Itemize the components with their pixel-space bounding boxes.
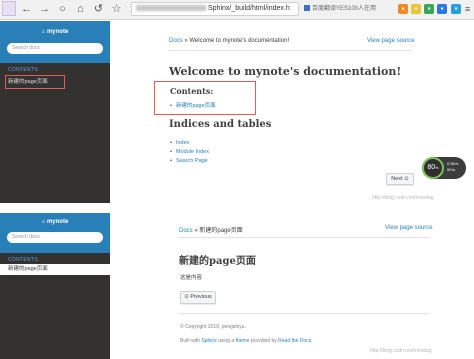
watermark: http://blog.csdn.net/moodag — [372, 195, 434, 201]
contents-caption: CONTENTS: — [8, 67, 40, 73]
rtd-link[interactable]: Read the Docs. — [278, 338, 312, 344]
built-with-provided: provided by — [250, 338, 277, 344]
contents-heading: Contents: — [170, 86, 214, 96]
divider — [178, 313, 430, 314]
page-title: 新建的page页面 — [179, 256, 256, 267]
home-logo[interactable]: ⌂ mynote — [0, 29, 110, 35]
search-input[interactable]: Search docs — [7, 43, 103, 54]
home-logo[interactable]: ⌂ mynote — [0, 219, 110, 225]
divider — [178, 237, 430, 238]
view-source-link[interactable]: View page source — [367, 38, 415, 44]
breadcrumb: Docs » Welcome to mynote's documentation… — [169, 38, 289, 44]
breadcrumb-current: Welcome to mynote's documentation! — [189, 38, 290, 44]
extension-icon[interactable]: ▪ — [411, 4, 421, 14]
speed-rates: 0.5K/s 0K/s — [447, 161, 458, 173]
blurred-path — [136, 5, 206, 12]
previous-button[interactable]: ⊙ Previous — [180, 291, 216, 304]
watermark: http://blog.csdn.net/moodag — [370, 348, 432, 354]
built-with: Built with Sphinx using a theme provided… — [180, 338, 313, 344]
page-body-text: 这是内容 — [180, 275, 203, 281]
download-rate: 0K/s — [447, 167, 456, 172]
module-index-link[interactable]: Module Index — [170, 149, 209, 155]
back-icon[interactable]: ← — [20, 3, 33, 16]
highlight-box — [5, 75, 65, 89]
bookmark-item[interactable]: 百度翻译YES100人在用 — [304, 3, 384, 16]
breadcrumb-current: 新建的page页面 — [199, 228, 243, 234]
page-title: Welcome to mynote's documentation! — [169, 65, 402, 78]
speed-value: 80 — [427, 164, 436, 171]
forward-icon[interactable]: → — [38, 3, 51, 16]
speed-badge: 80% — [422, 157, 444, 179]
undo-icon[interactable]: ↺ — [92, 3, 105, 16]
sphinx-link[interactable]: Sphinx — [201, 338, 216, 344]
extension-icon[interactable]: ▪ — [398, 4, 408, 14]
sidebar-item-current[interactable]: 新建的page页面 — [0, 264, 110, 275]
menu-icon[interactable]: ≡ — [465, 4, 470, 14]
extension-icon[interactable]: ▪ — [451, 4, 461, 14]
sidebar-header — [0, 21, 110, 63]
address-text: Sphinx/_build/html/index.h — [208, 5, 290, 12]
view-source-link[interactable]: View page source — [385, 225, 433, 231]
home-icon[interactable]: ⌂ — [74, 3, 87, 16]
copyright: © Copyright 2018, pengshiyu. — [180, 324, 246, 330]
logo-text: mynote — [46, 219, 69, 225]
breadcrumb: Docs » 新建的page页面 — [179, 225, 243, 234]
logo-text: mynote — [46, 29, 69, 35]
next-button[interactable]: Next ⊙ — [386, 173, 414, 185]
built-with-mid: using a — [218, 338, 235, 344]
contents-caption: CONTENTS: — [8, 257, 40, 263]
breadcrumb-sep: » — [194, 228, 198, 234]
shield-icon[interactable]: ▪ — [424, 4, 434, 14]
breadcrumb-home[interactable]: Docs — [179, 228, 193, 234]
star-icon[interactable]: ☆ — [110, 3, 123, 16]
extension-icon[interactable]: ▪ — [437, 4, 447, 14]
divider — [168, 50, 412, 51]
address-bar[interactable]: Sphinx/_build/html/index.h — [131, 2, 299, 16]
built-with-prefix: Built with — [180, 338, 201, 344]
search-page-link[interactable]: Search Page — [170, 158, 208, 164]
indices-heading: Indices and tables — [169, 119, 272, 130]
tab-icon[interactable] — [2, 1, 16, 16]
breadcrumb-home[interactable]: Docs — [169, 38, 183, 44]
reload-icon[interactable]: ○ — [56, 3, 69, 16]
bookmark-text: 百度翻译YES100人在用 — [312, 6, 377, 12]
index-link[interactable]: Index — [170, 140, 189, 146]
search-input[interactable]: Search docs — [7, 232, 103, 243]
toc-link[interactable]: 新建的page页面 — [170, 101, 216, 109]
bookmark-icon — [304, 5, 310, 12]
speed-unit: % — [435, 165, 439, 170]
image-gap — [0, 204, 474, 213]
breadcrumb-sep: » — [184, 38, 188, 44]
theme-link[interactable]: theme — [236, 338, 250, 344]
